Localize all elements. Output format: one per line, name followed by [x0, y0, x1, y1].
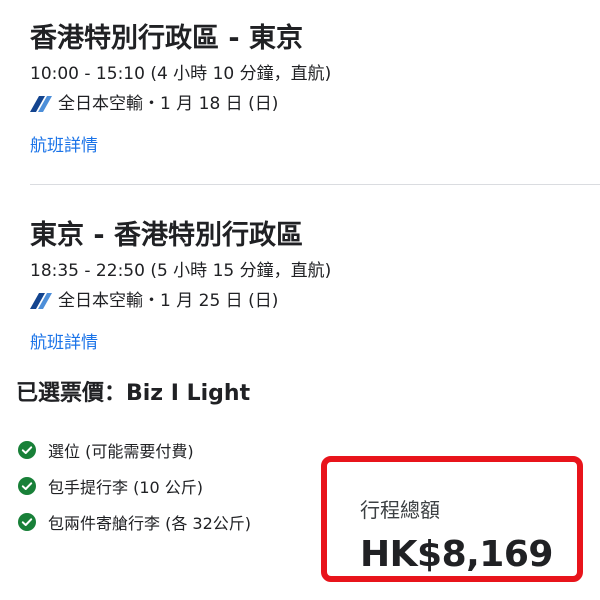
fare-feature-item: 選位 (可能需要付費): [18, 432, 251, 468]
fare-feature-label: 選位 (可能需要付費): [48, 442, 194, 461]
inbound-flight: 東京 - 香港特別行政區 18:35 - 22:50 (5 小時 15 分鐘，直…: [30, 217, 600, 355]
fare-feature-item: 包手提行李 (10 公斤): [18, 468, 251, 504]
fare-feature-label: 包手提行李 (10 公斤): [48, 478, 204, 497]
check-circle-icon: [18, 513, 36, 531]
selected-fare-title: 已選票價：Biz I Light: [16, 381, 251, 406]
fare-features-list: 選位 (可能需要付費) 包手提行李 (10 公斤) 包兩件寄艙行李 (各 32公…: [18, 432, 251, 540]
inbound-time: 18:35 - 22:50 (5 小時 15 分鐘，直航): [30, 261, 332, 281]
outbound-time: 10:00 - 15:10 (4 小時 10 分鐘，直航): [30, 64, 332, 84]
outbound-flight-details-link[interactable]: 航班詳情: [30, 134, 98, 158]
trip-total-label: 行程總額: [360, 498, 440, 522]
outbound-flight: 香港特別行政區 - 東京 10:00 - 15:10 (4 小時 10 分鐘，直…: [30, 20, 600, 158]
inbound-airline-date: 全日本空輸・1 月 25 日 (日): [58, 291, 279, 311]
fare-feature-item: 包兩件寄艙行李 (各 32公斤): [18, 504, 251, 540]
outbound-route-title: 香港特別行政區 - 東京: [30, 23, 304, 54]
trip-total-box: 行程總額 HK$8,169: [321, 456, 583, 582]
flight-divider: [30, 184, 600, 185]
trip-total-price: HK$8,169: [360, 534, 553, 575]
outbound-airline-row: 全日本空輸・1 月 18 日 (日): [30, 92, 600, 116]
check-circle-icon: [18, 441, 36, 459]
inbound-route-title: 東京 - 香港特別行政區: [30, 220, 304, 251]
inbound-airline-row: 全日本空輸・1 月 25 日 (日): [30, 289, 600, 313]
check-circle-icon: [18, 477, 36, 495]
fare-feature-label: 包兩件寄艙行李 (各 32公斤): [48, 514, 252, 533]
ana-logo-icon: [30, 293, 52, 309]
ana-logo-icon: [30, 96, 52, 112]
outbound-airline-date: 全日本空輸・1 月 18 日 (日): [58, 94, 279, 114]
inbound-flight-details-link[interactable]: 航班詳情: [30, 331, 98, 355]
